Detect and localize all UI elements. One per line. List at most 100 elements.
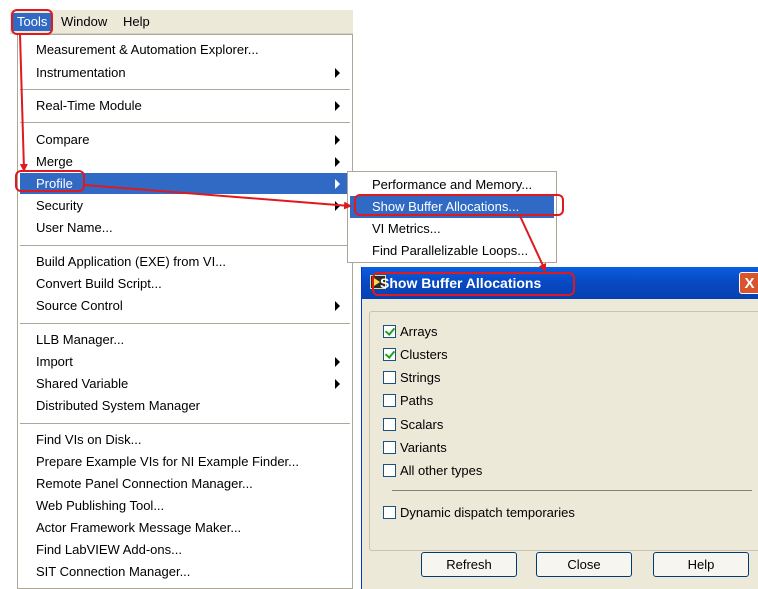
checkbox-arrays[interactable]: Arrays bbox=[383, 323, 438, 341]
submenu-item-label: VI Metrics... bbox=[372, 221, 441, 236]
submenu-item-label: Performance and Memory... bbox=[372, 177, 533, 192]
dialog-title: Show Buffer Allocations bbox=[380, 275, 542, 291]
menu-item-label: Measurement & Automation Explorer... bbox=[36, 42, 259, 57]
submenu-item-performance-and-memory[interactable]: Performance and Memory... bbox=[350, 174, 554, 196]
checkbox-icon bbox=[383, 348, 396, 362]
menu-tools[interactable]: Tools bbox=[12, 13, 53, 31]
checkbox-icon bbox=[383, 506, 396, 520]
menu-item-web-publishing-tool[interactable]: Web Publishing Tool... bbox=[20, 495, 350, 516]
menu-item-label: Build Application (EXE) from VI... bbox=[36, 254, 227, 269]
checkbox-label: Dynamic dispatch temporaries bbox=[400, 505, 575, 520]
submenu-arrow-icon bbox=[335, 101, 340, 111]
checkbox-variants[interactable]: Variants bbox=[383, 439, 447, 457]
checkbox-dynamic-dispatch-temporaries[interactable]: Dynamic dispatch temporaries bbox=[383, 504, 575, 522]
checkbox-icon bbox=[383, 464, 396, 478]
menu-item-label: Profile bbox=[36, 176, 73, 191]
refresh-button[interactable]: Refresh bbox=[421, 552, 517, 577]
menu-item-label: Instrumentation bbox=[36, 65, 126, 80]
menu-item-label: Remote Panel Connection Manager... bbox=[36, 476, 253, 491]
submenu-arrow-icon bbox=[335, 157, 340, 167]
menu-item-profile[interactable]: Profile bbox=[20, 173, 350, 194]
menu-item-build-application[interactable]: Build Application (EXE) from VI... bbox=[20, 251, 350, 272]
checkbox-label: Strings bbox=[400, 370, 441, 385]
checkbox-all-other-types[interactable]: All other types bbox=[383, 462, 482, 480]
menu-separator bbox=[20, 323, 350, 324]
menu-item-compare[interactable]: Compare bbox=[20, 129, 350, 150]
checkmark-icon bbox=[384, 348, 396, 359]
menu-bar: Tools Window Help bbox=[10, 10, 353, 34]
menu-item-label: User Name... bbox=[36, 220, 113, 235]
submenu-item-label: Find Parallelizable Loops... bbox=[372, 243, 529, 258]
menu-item-label: Security bbox=[36, 198, 83, 213]
menu-item-label: LLB Manager... bbox=[36, 332, 125, 347]
submenu-item-label: Show Buffer Allocations... bbox=[372, 199, 520, 214]
menu-separator bbox=[20, 122, 350, 123]
help-button[interactable]: Help bbox=[653, 552, 749, 577]
divider bbox=[392, 490, 752, 491]
close-window-button[interactable]: X bbox=[739, 272, 758, 294]
menu-item-label: Prepare Example VIs for NI Example Finde… bbox=[36, 454, 299, 469]
menu-item-label: Real-Time Module bbox=[36, 98, 142, 113]
checkbox-icon bbox=[383, 394, 396, 408]
menu-item-llb-manager[interactable]: LLB Manager... bbox=[20, 329, 350, 350]
menu-item-distributed-system-manager[interactable]: Distributed System Manager bbox=[20, 395, 350, 416]
menu-item-label: Import bbox=[36, 354, 73, 369]
show-buffer-allocations-dialog: Show Buffer Allocations X Arrays Cluster… bbox=[361, 267, 758, 589]
submenu-arrow-icon bbox=[335, 201, 340, 211]
checkbox-clusters[interactable]: Clusters bbox=[383, 346, 448, 364]
checkbox-strings[interactable]: Strings bbox=[383, 369, 440, 387]
menu-item-import[interactable]: Import bbox=[20, 351, 350, 372]
menu-item-real-time-module[interactable]: Real-Time Module bbox=[20, 95, 350, 116]
checkbox-label: Paths bbox=[400, 393, 434, 408]
checkbox-label: Scalars bbox=[400, 417, 444, 432]
menu-item-label: Distributed System Manager bbox=[36, 398, 201, 413]
menu-item-user-name[interactable]: User Name... bbox=[20, 217, 350, 238]
profile-submenu: Performance and Memory... Show Buffer Al… bbox=[347, 171, 557, 263]
menu-item-label: Shared Variable bbox=[36, 376, 129, 391]
menu-item-prepare-example-vis[interactable]: Prepare Example VIs for NI Example Finde… bbox=[20, 451, 350, 472]
menu-item-remote-panel-connection-manager[interactable]: Remote Panel Connection Manager... bbox=[20, 473, 350, 494]
menu-item-find-labview-add-ons[interactable]: Find LabVIEW Add-ons... bbox=[20, 539, 350, 560]
submenu-arrow-icon bbox=[335, 379, 340, 389]
menu-item-actor-framework-message-maker[interactable]: Actor Framework Message Maker... bbox=[20, 517, 350, 538]
menu-separator bbox=[20, 89, 350, 90]
menu-item-sit-connection-manager[interactable]: SIT Connection Manager... bbox=[20, 561, 350, 582]
dialog-title-bar[interactable]: Show Buffer Allocations X bbox=[362, 267, 758, 299]
menu-help[interactable]: Help bbox=[118, 13, 155, 31]
menu-item-convert-build-script[interactable]: Convert Build Script... bbox=[20, 273, 350, 294]
menu-item-label: Web Publishing Tool... bbox=[36, 498, 165, 513]
submenu-item-vi-metrics[interactable]: VI Metrics... bbox=[350, 218, 554, 240]
menu-item-shared-variable[interactable]: Shared Variable bbox=[20, 373, 350, 394]
submenu-item-show-buffer-allocations[interactable]: Show Buffer Allocations... bbox=[350, 196, 554, 218]
menu-window[interactable]: Window bbox=[56, 13, 112, 31]
menu-item-label: Actor Framework Message Maker... bbox=[36, 520, 242, 535]
menu-item-security[interactable]: Security bbox=[20, 195, 350, 216]
checkmark-icon bbox=[384, 325, 396, 336]
tools-menu: Measurement & Automation Explorer... Ins… bbox=[17, 34, 353, 589]
submenu-item-find-parallelizable-loops[interactable]: Find Parallelizable Loops... bbox=[350, 240, 554, 262]
menu-item-merge[interactable]: Merge bbox=[20, 151, 350, 172]
menu-item-source-control[interactable]: Source Control bbox=[20, 295, 350, 316]
checkbox-paths[interactable]: Paths bbox=[383, 392, 433, 410]
menu-item-measurement-automation-explorer[interactable]: Measurement & Automation Explorer... bbox=[20, 39, 350, 60]
submenu-arrow-icon bbox=[335, 179, 340, 189]
submenu-arrow-icon bbox=[335, 357, 340, 367]
submenu-arrow-icon bbox=[335, 135, 340, 145]
checkbox-label: Arrays bbox=[400, 324, 438, 339]
checkbox-icon bbox=[383, 418, 396, 432]
checkbox-icon bbox=[383, 325, 396, 339]
checkbox-label: Clusters bbox=[400, 347, 448, 362]
menu-item-label: Find LabVIEW Add-ons... bbox=[36, 542, 182, 557]
menu-item-label: SIT Connection Manager... bbox=[36, 564, 191, 579]
close-button[interactable]: Close bbox=[536, 552, 632, 577]
checkbox-label: Variants bbox=[400, 440, 447, 455]
menu-item-find-vis-on-disk[interactable]: Find VIs on Disk... bbox=[20, 429, 350, 450]
menu-item-label: Source Control bbox=[36, 298, 123, 313]
checkbox-label: All other types bbox=[400, 463, 483, 478]
menu-item-label: Merge bbox=[36, 154, 73, 169]
menu-item-instrumentation[interactable]: Instrumentation bbox=[20, 62, 350, 83]
checkbox-scalars[interactable]: Scalars bbox=[383, 416, 443, 434]
options-group: Arrays Clusters Strings Paths Scalars Va… bbox=[369, 311, 758, 551]
checkbox-icon bbox=[383, 441, 396, 455]
menu-item-label: Find VIs on Disk... bbox=[36, 432, 142, 447]
